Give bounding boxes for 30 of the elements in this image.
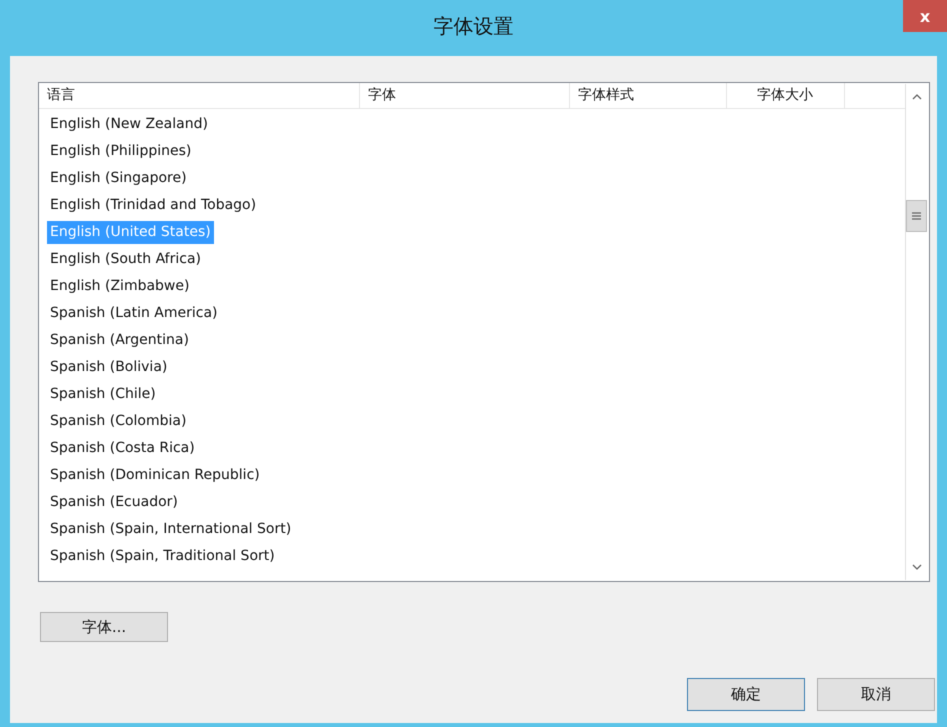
list-item[interactable]: English (Trinidad and Tobago) bbox=[47, 194, 260, 217]
list-item[interactable]: English (Singapore) bbox=[47, 167, 190, 190]
close-button[interactable]: x bbox=[903, 0, 947, 32]
list-item[interactable]: Spanish (Argentina) bbox=[47, 329, 192, 352]
scroll-thumb[interactable] bbox=[906, 200, 927, 232]
list-item[interactable]: Spanish (Bolivia) bbox=[47, 356, 170, 379]
dialog-button[interactable]: 确定 bbox=[687, 678, 805, 711]
list-item[interactable]: Spanish (Spain, International Sort) bbox=[47, 518, 294, 541]
window-title: 字体设置 bbox=[434, 12, 514, 40]
font-button[interactable]: 字体... bbox=[40, 612, 168, 642]
column-header[interactable]: 字体 bbox=[360, 83, 570, 108]
list-item[interactable]: Spanish (Costa Rica) bbox=[47, 437, 198, 460]
dialog-button[interactable]: 取消 bbox=[817, 678, 935, 711]
list-item[interactable]: Spanish (Ecuador) bbox=[47, 491, 181, 514]
scroll-up-icon[interactable] bbox=[912, 94, 922, 100]
list-item[interactable]: English (Philippines) bbox=[47, 140, 194, 163]
list-item[interactable]: English (New Zealand) bbox=[47, 113, 211, 136]
scrollbar[interactable] bbox=[905, 84, 927, 580]
list-item[interactable]: English (Zimbabwe) bbox=[47, 275, 192, 298]
list-item[interactable]: Spanish (Dominican Republic) bbox=[47, 464, 263, 487]
scroll-down-icon[interactable] bbox=[912, 564, 922, 570]
column-header[interactable]: 语言 bbox=[39, 83, 360, 108]
grip-icon bbox=[912, 212, 921, 220]
list-item[interactable]: Spanish (Latin America) bbox=[47, 302, 220, 325]
list-item[interactable]: English (South Africa) bbox=[47, 248, 204, 271]
list-item[interactable]: Spanish (Colombia) bbox=[47, 410, 190, 433]
column-header[interactable]: 字体样式 bbox=[570, 83, 727, 108]
list-item[interactable]: Spanish (Chile) bbox=[47, 383, 159, 406]
column-header[interactable]: 字体大小 bbox=[727, 83, 845, 108]
list-item[interactable]: Spanish (Spain, Traditional Sort) bbox=[47, 545, 278, 568]
